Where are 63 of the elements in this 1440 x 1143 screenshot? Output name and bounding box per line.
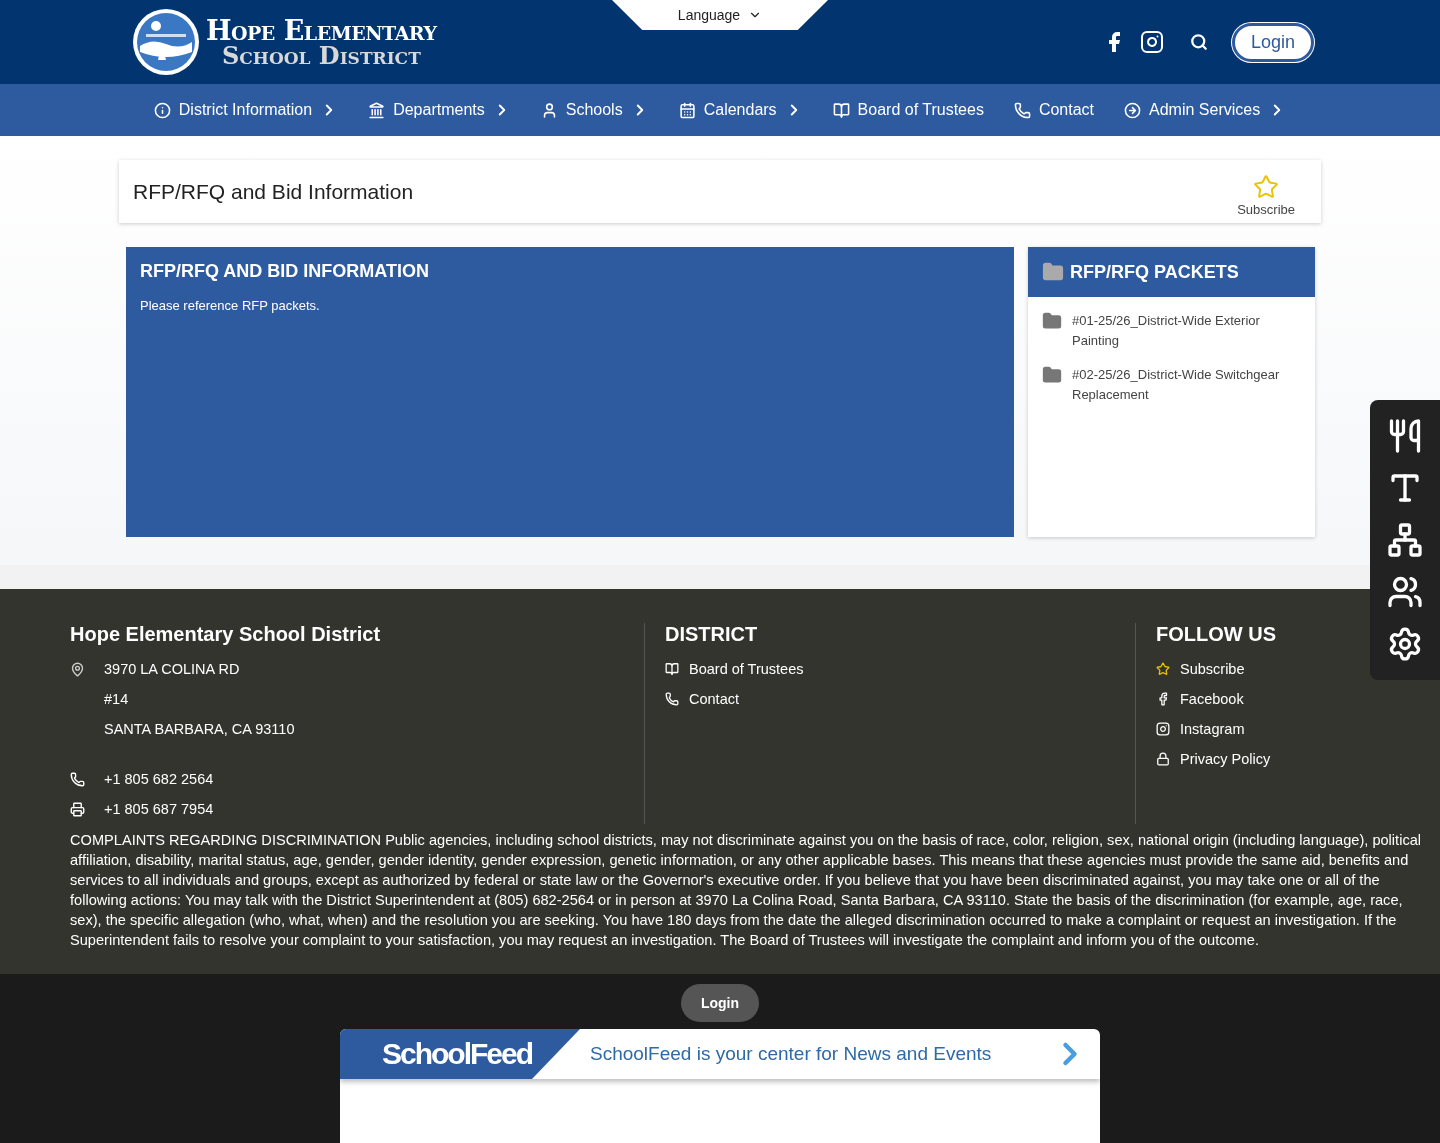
nav-item[interactable]: District Information <box>153 101 339 119</box>
logo-title: Hope Elementary <box>206 16 437 44</box>
subscribe-button[interactable]: Subscribe <box>1231 165 1301 218</box>
discrimination-notice: COMPLAINTS REGARDING DISCRIMINATION Public agencies, including school districts, may not discriminate against you on the basis of race, color, religion, sex, national origin (including language), political affiliation, disability, marital status, age, gender, gender identity, gender expression, genetic information, or any other applicable bases. This means that these agencies must provide the same aid, benefits and services to all individuals and groups, except as authorized by federal or state law or the Governor's executive order. If you believe that you have been discriminated against, you may take one or all of the following actions: You may talk with the District Superintendent at (805) 682-2564 or in person at 3970 La Colina Road, Santa Barbara, CA 93110. State the basis of the discrimination (for example, age, race, sex), the specific allegation (who, what, when) and the resolution you are seeking. You have 180 days from the date the alleged discrimination occurred to make a complaint or request an investigation. If the Superintendent fails to resolve your complaint to your satisfaction, you may request an investigation. The Board of Trustees will investigate the complaint and inform you of the outcome. <box>70 831 1423 950</box>
phone-number: +1 805 682 2564 <box>104 771 214 787</box>
arrow-circle-icon <box>1124 101 1142 119</box>
info-icon <box>153 101 171 119</box>
people-icon <box>1387 574 1423 610</box>
phone-icon <box>1013 101 1031 119</box>
nav-item[interactable]: Departments <box>368 101 511 119</box>
address-line: #14 <box>104 691 129 707</box>
star-icon <box>1156 662 1170 676</box>
instagram-icon <box>1156 722 1170 736</box>
calendar-icon <box>678 101 696 119</box>
footer-link[interactable]: Instagram <box>1156 714 1245 744</box>
column-title: DISTRICT <box>665 623 758 646</box>
packet-link[interactable]: #02-25/26_District-Wide Switchgear Replacement <box>1028 351 1315 405</box>
nav-item[interactable]: Schools <box>540 101 649 119</box>
phone-icon <box>70 771 85 787</box>
lock-icon <box>1156 752 1170 766</box>
folder-icon <box>1042 365 1062 385</box>
packet-link[interactable]: #01-25/26_District-Wide Exterior Painting <box>1028 297 1315 351</box>
login-button[interactable]: Login <box>680 984 760 1022</box>
schoolfeed-logo: SchoolFeed <box>340 1029 580 1079</box>
logo-subtitle: School District <box>222 43 422 68</box>
packets-title: RFP/RFQ PACKETS <box>1070 261 1239 283</box>
footer-link[interactable]: Contact <box>665 684 739 714</box>
settings-icon <box>1387 626 1423 662</box>
schoolfeed-text: SchoolFeed is your center for News and Events <box>590 1043 993 1065</box>
nav-item[interactable]: Board of Trustees <box>832 101 984 119</box>
bank-icon <box>368 101 386 119</box>
star-icon <box>1253 173 1280 200</box>
footer-link[interactable]: Privacy Policy <box>1156 744 1271 774</box>
district-name: Hope Elementary School District <box>70 623 381 646</box>
nav-item[interactable]: Calendars <box>678 101 803 119</box>
nodes-icon <box>1387 522 1423 558</box>
folder-icon <box>1042 261 1064 283</box>
address-line: 3970 LA COLINA RD <box>104 661 240 677</box>
footer-link[interactable]: Subscribe <box>1156 654 1245 684</box>
nav-item[interactable]: Contact <box>1013 101 1095 119</box>
facebook-icon <box>1156 692 1170 706</box>
footer-link[interactable]: Facebook <box>1156 684 1244 714</box>
phone-icon <box>665 692 679 706</box>
column-title: FOLLOW US <box>1156 623 1276 646</box>
nav-item[interactable]: Admin Services <box>1124 101 1287 119</box>
page-title: RFP/RFQ and Bid Information <box>133 179 414 204</box>
book-icon <box>665 662 679 676</box>
address-line: SANTA BARBARA, CA 93110 <box>104 721 295 737</box>
login-button[interactable]: Login <box>1231 22 1314 62</box>
search-icon[interactable] <box>1189 33 1208 51</box>
utensils-icon <box>1387 418 1423 454</box>
footer-link[interactable]: Board of Trustees <box>665 654 804 684</box>
panel-title: RFP/RFQ AND BID INFORMATION <box>140 261 430 282</box>
book-icon <box>832 101 850 119</box>
panel-text: Please reference RFP packets. <box>140 298 321 313</box>
printer-icon <box>70 801 85 817</box>
pin-icon <box>70 661 85 677</box>
phone-number: +1 805 687 7954 <box>104 801 214 817</box>
folder-icon <box>1042 311 1062 331</box>
instagram-icon[interactable] <box>1139 30 1164 54</box>
logo-seal-icon <box>132 8 200 76</box>
language-dropdown[interactable]: Language <box>612 0 828 30</box>
schoolfeed-banner[interactable]: SchoolFeed SchoolFeed is your center for News and Events <box>340 1029 1100 1079</box>
